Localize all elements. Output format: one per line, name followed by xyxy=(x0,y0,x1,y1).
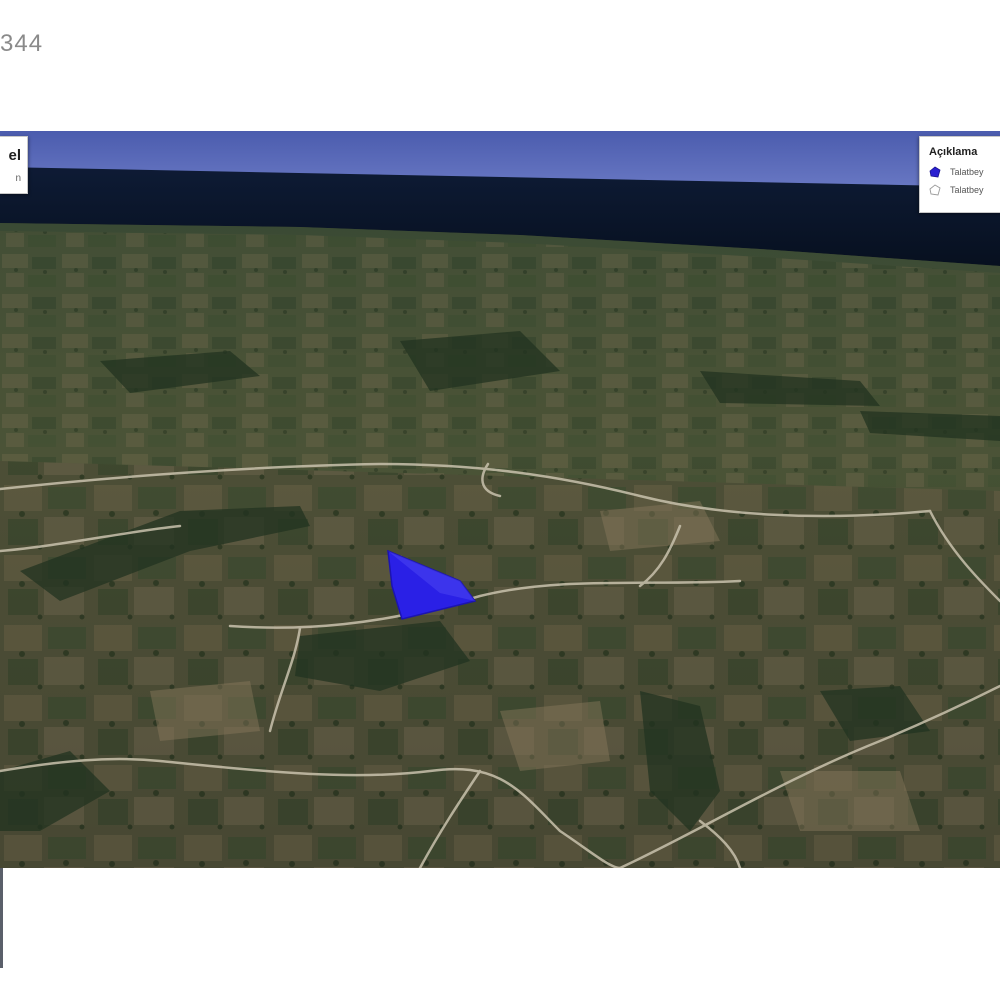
map-title: el xyxy=(8,147,21,164)
legend-title: Açıklama xyxy=(929,146,978,158)
page: 344 el n Açıklama Talatbey Talatbey xyxy=(0,0,1000,1000)
map-legend[interactable]: Açıklama Talatbey Talatbey xyxy=(919,136,1000,213)
map-canvas[interactable] xyxy=(0,131,1000,868)
outline-polygon-icon xyxy=(929,184,941,196)
left-edge-bar xyxy=(0,868,3,968)
map-title-card[interactable]: el n xyxy=(0,136,28,194)
legend-item-outline[interactable]: Talatbey xyxy=(929,182,984,198)
legend-item-label: Talatbey xyxy=(950,167,984,177)
legend-item-label: Talatbey xyxy=(950,185,984,195)
map-subtitle: n xyxy=(15,173,21,184)
satellite-map-view[interactable] xyxy=(0,131,1000,868)
legend-item-parcel[interactable]: Talatbey xyxy=(929,164,984,180)
filled-polygon-icon xyxy=(929,166,941,178)
listing-number: 344 xyxy=(0,30,44,57)
